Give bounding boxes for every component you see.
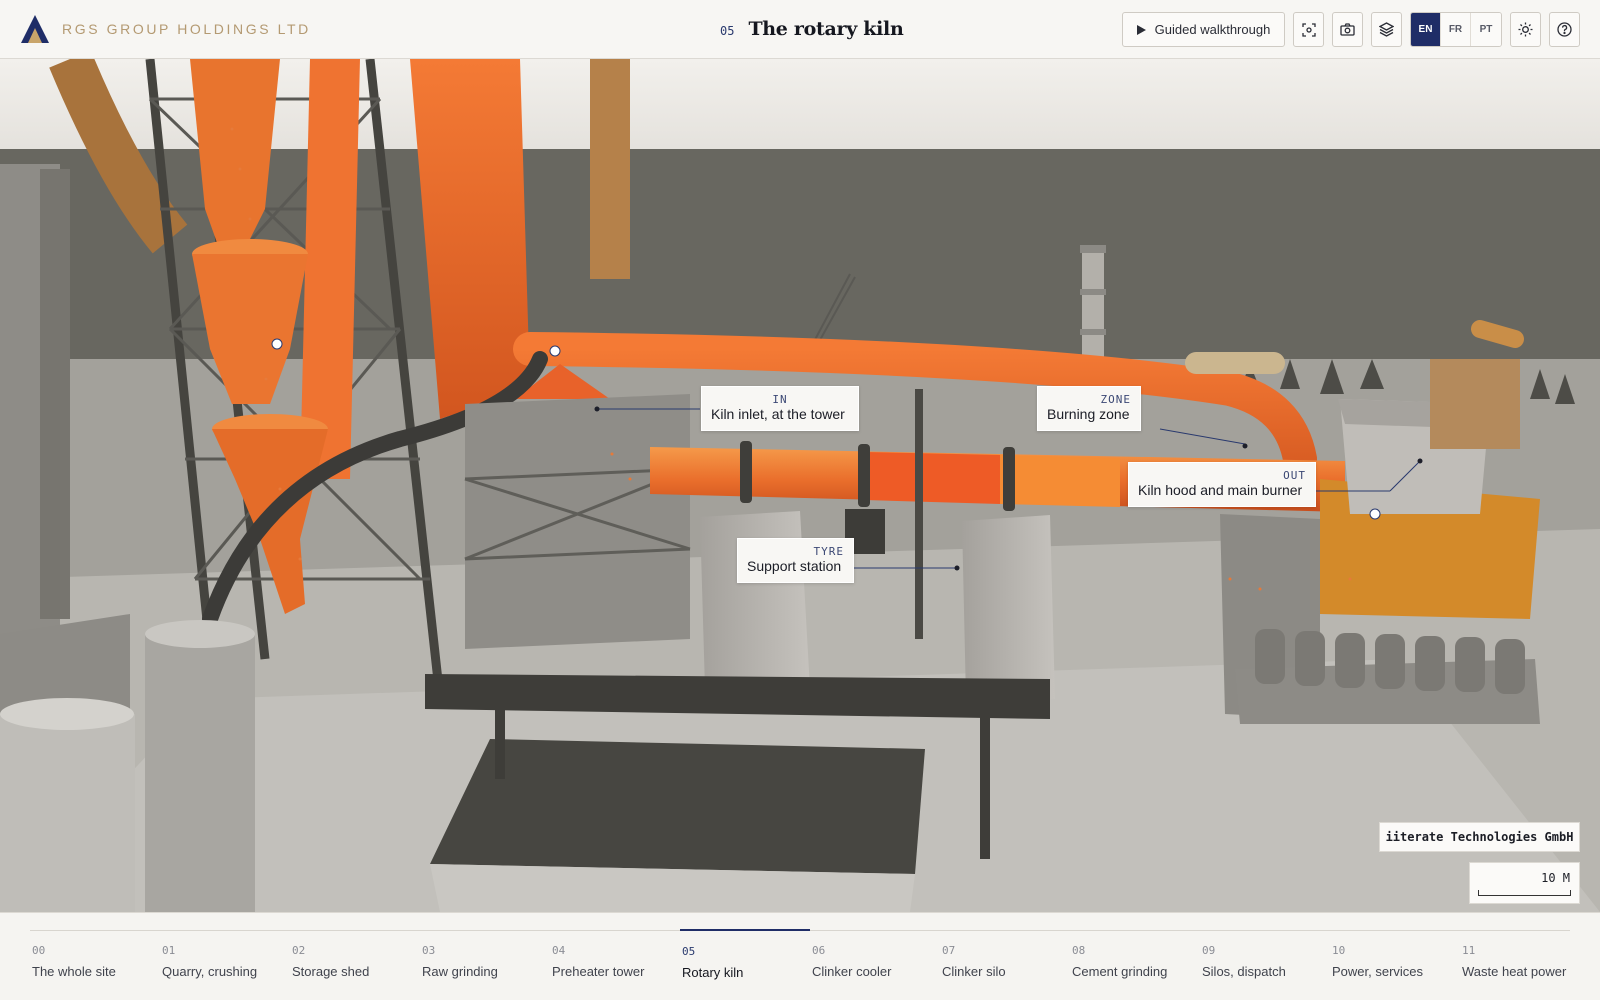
screenshot-button[interactable] xyxy=(1332,12,1363,47)
nav-item-label: Rotary kiln xyxy=(682,965,744,980)
nav-item-number: 03 xyxy=(422,944,436,957)
guided-walkthrough-label: Guided walkthrough xyxy=(1154,22,1271,37)
nav-item-storage-shed[interactable]: 02 Storage shed xyxy=(290,930,420,992)
nav-item-waste-heat-power[interactable]: 11 Waste heat power xyxy=(1460,930,1590,992)
nav-item-label: Waste heat power xyxy=(1462,964,1567,979)
nav-item-whole-site[interactable]: 00 The whole site xyxy=(30,930,160,992)
nav-item-number: 05 xyxy=(682,945,696,958)
page-title-group: 05 The rotary kiln xyxy=(720,18,904,40)
focus-view-button[interactable] xyxy=(1293,12,1324,47)
nav-item-number: 09 xyxy=(1202,944,1216,957)
nav-item-label: Storage shed xyxy=(292,964,370,979)
nav-item-number: 08 xyxy=(1072,944,1086,957)
hotspot-kiln-hood[interactable]: OUT Kiln hood and main burner xyxy=(1128,462,1316,507)
brand-name: RGS GROUP HOLDINGS LTD xyxy=(62,21,311,37)
nav-item-label: Clinker cooler xyxy=(812,964,892,979)
hotspot-tag: OUT xyxy=(1283,469,1306,482)
nav-item-clinker-cooler[interactable]: 06 Clinker cooler xyxy=(810,930,940,992)
nav-item-label: Preheater tower xyxy=(552,964,645,979)
lang-pt-button[interactable]: PT xyxy=(1471,13,1501,46)
camera-icon xyxy=(1340,23,1355,36)
section-number: 05 xyxy=(720,24,735,38)
scene-render xyxy=(0,59,1600,912)
hotspot-name: Kiln hood and main burner xyxy=(1138,482,1303,498)
hotspot-name: Burning zone xyxy=(1047,406,1130,422)
credit-badge[interactable]: iiterate Technologies GmbH xyxy=(1379,822,1580,852)
sun-icon xyxy=(1518,22,1533,37)
nav-item-raw-grinding[interactable]: 03 Raw grinding xyxy=(420,930,550,992)
top-bar: RGS GROUP HOLDINGS LTD 05 The rotary kil… xyxy=(0,0,1600,59)
nav-item-cement-grinding[interactable]: 08 Cement grinding xyxy=(1070,930,1200,992)
scale-bar-line xyxy=(1478,890,1571,896)
page-title: The rotary kiln xyxy=(748,18,904,40)
brand[interactable]: RGS GROUP HOLDINGS LTD xyxy=(20,14,311,44)
hotspot-tag: IN xyxy=(772,393,788,406)
scale-bar: 10 M xyxy=(1469,862,1580,904)
nav-item-clinker-silo[interactable]: 07 Clinker silo xyxy=(940,930,1070,992)
nav-item-quarry[interactable]: 01 Quarry, crushing xyxy=(160,930,290,992)
hotspot-burning-zone[interactable]: ZONE Burning zone xyxy=(1037,386,1141,431)
logo-icon xyxy=(21,15,49,43)
nav-item-silos-dispatch[interactable]: 09 Silos, dispatch xyxy=(1200,930,1330,992)
theme-toggle-button[interactable] xyxy=(1510,12,1541,47)
nav-item-number: 01 xyxy=(162,944,176,957)
layers-icon xyxy=(1379,22,1394,37)
nav-item-power-services[interactable]: 10 Power, services xyxy=(1330,930,1460,992)
nav-item-label: Quarry, crushing xyxy=(162,964,258,979)
hotspot-kiln-inlet[interactable]: IN Kiln inlet, at the tower xyxy=(701,386,859,431)
lang-en-button[interactable]: EN xyxy=(1411,13,1441,46)
section-nav: 00 The whole site 01 Quarry, crushing 02… xyxy=(0,912,1600,1000)
nav-item-label: Cement grinding xyxy=(1072,964,1168,979)
hotspot-tag: TYRE xyxy=(813,545,844,558)
lang-fr-button[interactable]: FR xyxy=(1441,13,1471,46)
nav-item-rotary-kiln[interactable]: 05 Rotary kiln xyxy=(680,929,810,991)
nav-item-preheater-tower[interactable]: 04 Preheater tower xyxy=(550,930,680,992)
hotspot-name: Kiln inlet, at the tower xyxy=(711,406,845,422)
nav-item-number: 00 xyxy=(32,944,46,957)
help-button[interactable] xyxy=(1549,12,1580,47)
nav-item-label: Raw grinding xyxy=(422,964,498,979)
nav-item-number: 06 xyxy=(812,944,826,957)
hotspot-support-station[interactable]: TYRE Support station xyxy=(737,538,854,583)
kiln-3d-scene[interactable]: IN Kiln inlet, at the tower ZONE Burning… xyxy=(0,59,1600,912)
hotspot-tag: ZONE xyxy=(1100,393,1131,406)
scale-value: 10 M xyxy=(1541,871,1570,885)
layers-button[interactable] xyxy=(1371,12,1402,47)
nav-item-label: Clinker silo xyxy=(942,964,1006,979)
hotspot-name: Support station xyxy=(747,558,842,574)
nav-item-label: The whole site xyxy=(32,964,116,979)
nav-item-label: Power, services xyxy=(1332,964,1424,979)
nav-item-number: 07 xyxy=(942,944,956,957)
nav-item-number: 02 xyxy=(292,944,306,957)
guided-walkthrough-button[interactable]: Guided walkthrough xyxy=(1122,12,1285,47)
toolbar: Guided walkthrough EN FR PT xyxy=(1122,12,1580,47)
nav-item-number: 11 xyxy=(1462,944,1476,957)
help-icon xyxy=(1557,22,1572,37)
language-switcher: EN FR PT xyxy=(1410,12,1502,47)
nav-item-number: 10 xyxy=(1332,944,1346,957)
focus-frame-icon xyxy=(1301,22,1316,37)
nav-item-label: Silos, dispatch xyxy=(1202,964,1286,979)
nav-item-number: 04 xyxy=(552,944,566,957)
play-icon xyxy=(1136,24,1146,35)
